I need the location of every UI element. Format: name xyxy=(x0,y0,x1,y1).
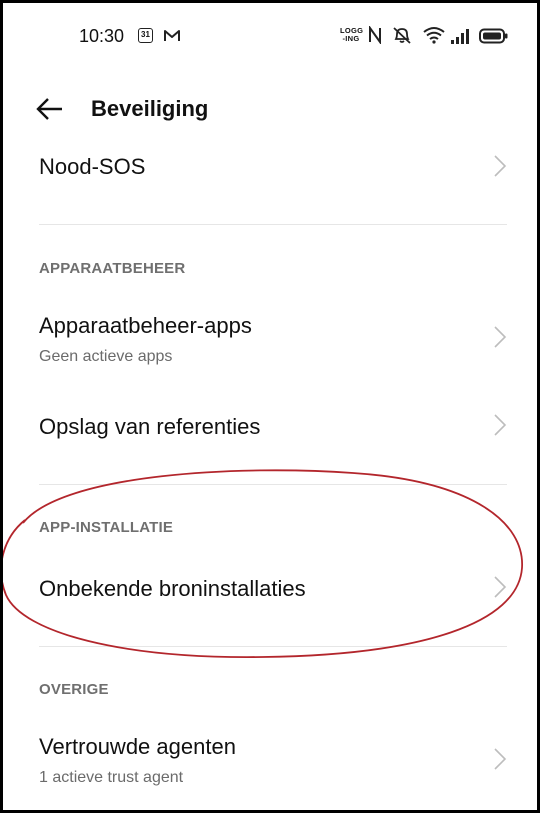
list-item-subtitle: 1 actieve trust agent xyxy=(39,769,184,786)
list-item-subtitle: Geen actieve apps xyxy=(39,348,173,365)
list-item-title: Nood-SOS xyxy=(39,154,146,179)
list-item-title: Vertrouwde agenten xyxy=(39,734,236,759)
divider xyxy=(39,224,507,225)
divider xyxy=(39,646,507,647)
chevron-right-icon xyxy=(494,155,507,177)
chevron-right-icon xyxy=(494,326,507,348)
wifi-icon xyxy=(423,27,445,44)
status-bar: 10:30 31 LOGG -ING xyxy=(3,3,537,71)
mute-icon xyxy=(393,27,411,44)
gmail-icon xyxy=(164,30,180,41)
battery-icon xyxy=(479,28,508,44)
section-header-app-installatie: APP-INSTALLATIE xyxy=(39,519,174,536)
chevron-right-icon xyxy=(494,414,507,436)
section-header-apparaatbeheer: APPARAATBEHEER xyxy=(39,260,186,277)
divider xyxy=(39,484,507,485)
list-item-title: Apparaatbeheer-apps xyxy=(39,313,252,338)
chevron-right-icon xyxy=(494,576,507,598)
list-item-title: Opslag van referenties xyxy=(39,414,261,439)
calendar-icon: 31 xyxy=(138,28,153,43)
signal-icon xyxy=(451,29,469,44)
list-item-title: Onbekende broninstallaties xyxy=(39,576,306,601)
back-arrow-icon[interactable] xyxy=(35,95,65,123)
nfc-icon xyxy=(369,26,381,44)
page-title: Beveiliging xyxy=(91,96,209,121)
status-time: 10:30 xyxy=(79,26,125,46)
phone-screen: 10:30 31 LOGG -ING Beveiliging Nood-SOS … xyxy=(0,0,540,813)
logging-icon: LOGG -ING xyxy=(340,26,364,43)
section-header-overige: OVERIGE xyxy=(39,681,109,698)
chevron-right-icon xyxy=(494,748,507,770)
